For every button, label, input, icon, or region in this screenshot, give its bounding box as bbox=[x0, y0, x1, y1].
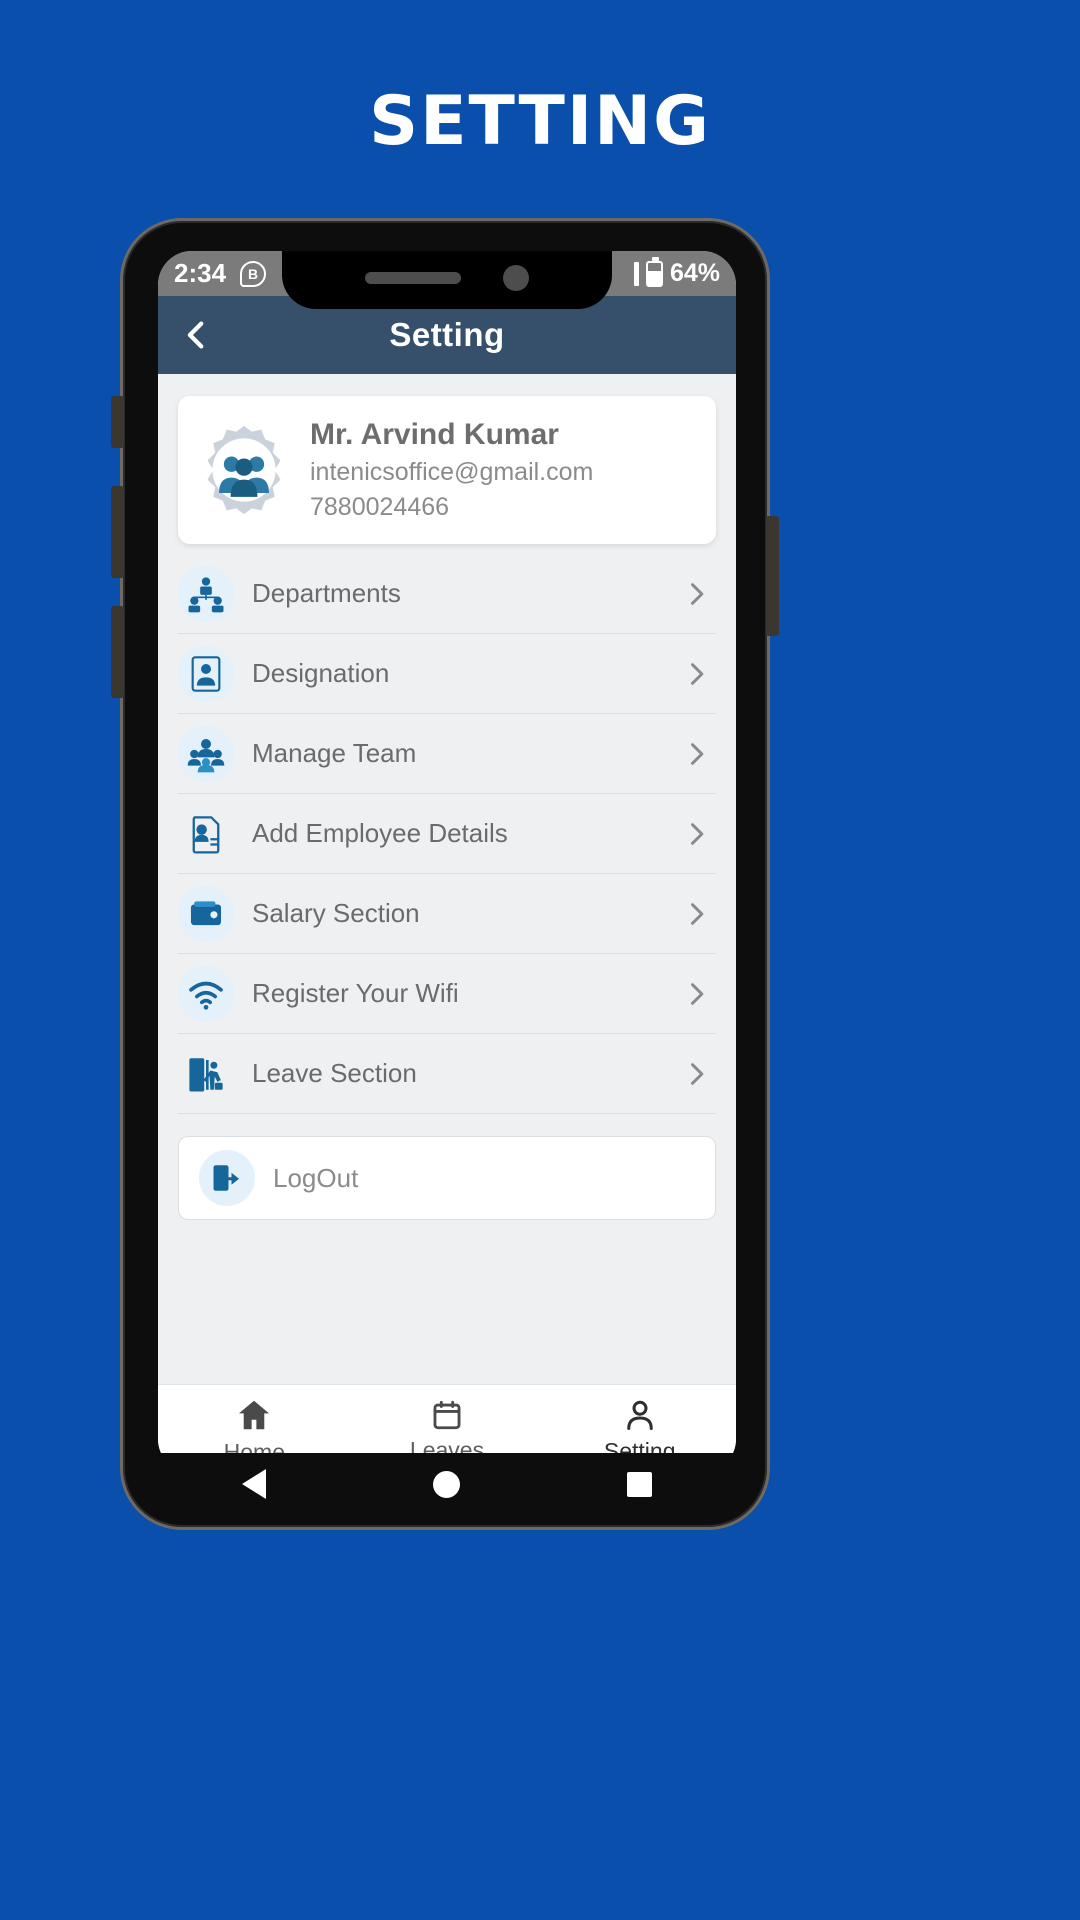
front-camera bbox=[503, 265, 529, 291]
profile-text: Mr. Arvind Kumar intenicsoffice@gmail.co… bbox=[310, 418, 593, 522]
logout-button[interactable]: LogOut bbox=[178, 1136, 716, 1220]
back-chevron-icon[interactable] bbox=[180, 318, 214, 352]
status-bar-left: 2:34 B bbox=[174, 258, 267, 289]
status-bar-right: 64% bbox=[633, 256, 720, 288]
departments-icon bbox=[178, 565, 234, 622]
android-home-icon[interactable] bbox=[432, 1470, 460, 1498]
chevron-right-icon bbox=[691, 902, 704, 925]
phone-screen: 2:34 B 64% Setting Mr. Arvind Kumar inte… bbox=[158, 251, 736, 1473]
menu-item-leave-section[interactable]: Leave Section bbox=[178, 1034, 716, 1114]
android-recents-icon[interactable] bbox=[627, 1471, 653, 1497]
chevron-right-icon bbox=[691, 662, 704, 685]
settings-scroll-body: Mr. Arvind Kumar intenicsoffice@gmail.co… bbox=[158, 374, 736, 1384]
chevron-right-icon bbox=[691, 982, 704, 1005]
app-header-title: Setting bbox=[389, 316, 505, 353]
menu-item-departments[interactable]: Departments bbox=[178, 554, 716, 634]
wifi-icon bbox=[178, 965, 234, 1022]
person-icon bbox=[626, 1400, 653, 1430]
menu-item-label: Register Your Wifi bbox=[252, 978, 459, 1008]
wallet-icon bbox=[178, 885, 234, 942]
add-employee-icon bbox=[178, 806, 234, 862]
menu-item-label: Designation bbox=[252, 658, 390, 688]
manage-team-icon bbox=[178, 725, 234, 782]
android-back-icon[interactable] bbox=[241, 1469, 266, 1499]
menu-item-label: Leave Section bbox=[252, 1058, 417, 1088]
menu-item-label: Salary Section bbox=[252, 898, 420, 928]
chevron-right-icon bbox=[691, 742, 704, 765]
chevron-right-icon bbox=[691, 1062, 704, 1085]
notch-island bbox=[282, 251, 612, 309]
leave-door-icon bbox=[178, 1046, 234, 1102]
battery-icon bbox=[645, 256, 663, 287]
profile-phone: 7880024466 bbox=[310, 493, 450, 521]
menu-item-designation[interactable]: Designation bbox=[178, 634, 716, 714]
home-icon bbox=[239, 1400, 270, 1429]
menu-item-label: Add Employee Details bbox=[252, 818, 508, 848]
earpiece-speaker bbox=[365, 272, 461, 284]
phone-mockup: 2:34 B 64% Setting Mr. Arvind Kumar inte… bbox=[111, 218, 779, 1530]
battery-percent: 64% bbox=[669, 259, 720, 287]
phone-button-left-1 bbox=[111, 396, 124, 448]
profile-card[interactable]: Mr. Arvind Kumar intenicsoffice@gmail.co… bbox=[178, 396, 716, 544]
logout-label: LogOut bbox=[273, 1162, 359, 1193]
profile-email: intenicsoffice@gmail.com bbox=[310, 458, 594, 486]
chevron-right-icon bbox=[691, 582, 704, 605]
phone-volume-down-button bbox=[111, 606, 124, 698]
menu-item-register-your-wifi[interactable]: Register Your Wifi bbox=[178, 954, 716, 1034]
menu-item-label: Manage Team bbox=[252, 738, 417, 768]
whatsapp-icon: B bbox=[240, 260, 267, 287]
settings-menu-list: Departments Designation Manage Team Add … bbox=[178, 554, 716, 1114]
menu-item-salary-section[interactable]: Salary Section bbox=[178, 874, 716, 954]
profile-name: Mr. Arvind Kumar bbox=[310, 418, 559, 451]
phone-power-button bbox=[766, 516, 779, 636]
calendar-icon bbox=[433, 1400, 461, 1429]
page-title: SETTING bbox=[369, 82, 711, 161]
status-time: 2:34 bbox=[174, 258, 227, 288]
signal-icon bbox=[633, 261, 639, 286]
team-gear-avatar-icon bbox=[196, 422, 292, 518]
chevron-right-icon bbox=[691, 822, 704, 845]
logout-icon bbox=[199, 1150, 255, 1206]
menu-item-label: Departments bbox=[252, 578, 401, 608]
designation-icon bbox=[178, 645, 234, 702]
android-navigation-bar bbox=[158, 1453, 736, 1515]
phone-volume-up-button bbox=[111, 486, 124, 578]
menu-item-add-employee-details[interactable]: Add Employee Details bbox=[178, 794, 716, 874]
menu-item-manage-team[interactable]: Manage Team bbox=[178, 714, 716, 794]
